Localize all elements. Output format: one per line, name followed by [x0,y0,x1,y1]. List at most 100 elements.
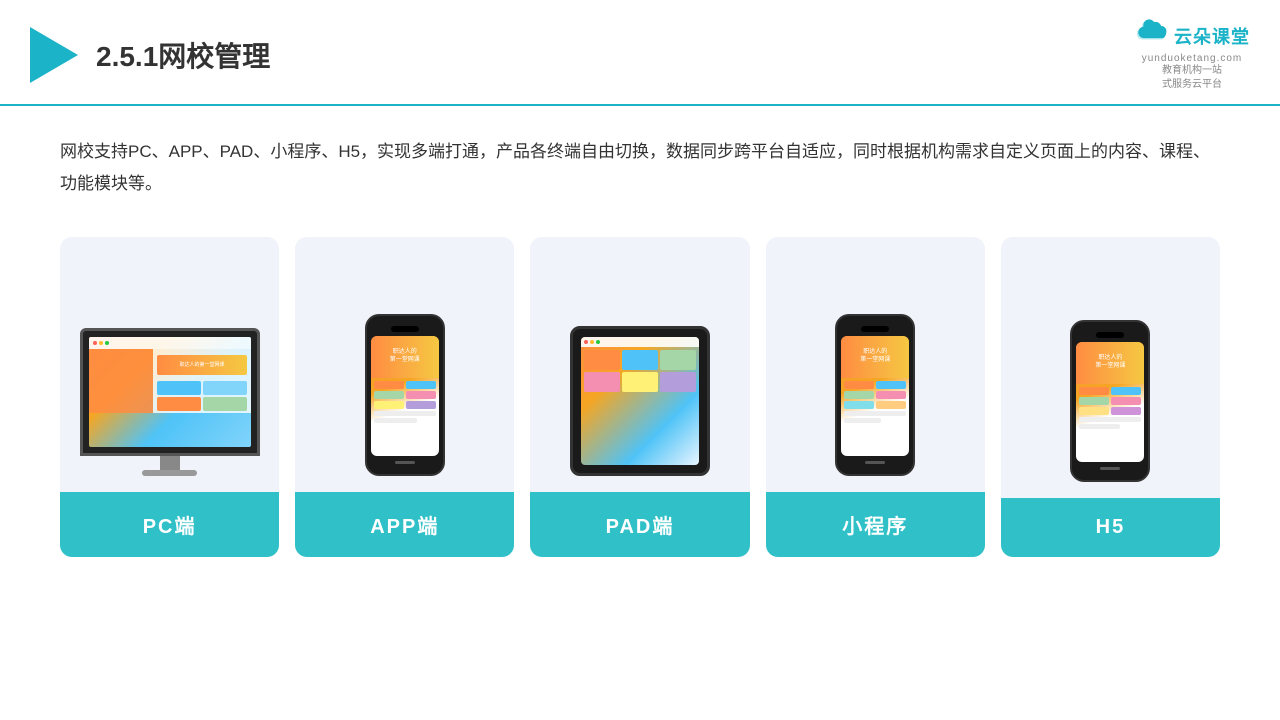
phone-row-3 [374,401,436,409]
brand-url: yunduoketang.com [1142,53,1243,64]
h5-text [1079,417,1141,422]
header-left: 2.5.1网校管理 [30,27,270,83]
title-text: 网校管理 [158,41,270,72]
tablet-block [584,372,620,392]
tablet-block [660,350,696,370]
description-text: 网校支持PC、APP、PAD、小程序、H5，实现多端打通，产品各终端自由切换，数… [60,136,1220,201]
phone-block [374,401,404,409]
brand-tagline: 教育机构一站式服务云平台 [1162,64,1222,92]
page-header: 2.5.1网校管理 云朵课堂 yunduoketang.com 教育机构一站式服… [0,0,1280,106]
phone-home-mini [865,461,885,464]
phone-mini: 职达人的第一堂网课 [835,314,915,476]
card-mini-label: 小程序 [766,492,985,557]
mini-row-2 [844,391,906,399]
h5-block [1111,387,1141,395]
card-app-label: APP端 [295,492,514,557]
tablet-screen [581,337,699,465]
phone-notch [391,326,419,332]
pc-monitor: 职达人的第一堂网课 [80,328,260,476]
header-right: 云朵课堂 yunduoketang.com 教育机构一站式服务云平台 [1134,18,1250,92]
h5-row-1 [1079,387,1141,395]
phone-screen-h5: 职达人的第一堂网课 [1076,342,1144,462]
phone-body-mini [841,378,909,426]
brand-logo-icon: 云朵课堂 [1134,18,1250,53]
card-mini-image: 职达人的第一堂网课 [766,237,985,492]
tablet-block [584,350,620,370]
tablet-block [622,372,658,392]
dot [596,340,600,344]
phone-body-h5 [1076,384,1144,432]
h5-text [1079,424,1119,429]
mini-block [844,391,874,399]
mini-block [876,391,906,399]
phone-block [406,391,436,399]
phone-text-line [374,411,436,416]
tablet-content [581,347,699,395]
h5-block [1079,407,1109,415]
phone-block [406,401,436,409]
phone-screen: 职达人的第一堂网课 [371,336,439,456]
monitor-wrapper: 职达人的第一堂网课 [80,328,260,456]
dot-red [93,341,97,345]
phone-row-1 [374,381,436,389]
phone-notch-mini [861,326,889,332]
phone-banner-mini: 职达人的第一堂网课 [841,336,909,378]
card-pc: 职达人的第一堂网课 [60,237,279,557]
mini-text [844,411,906,416]
tablet-block [622,350,658,370]
dot-green [105,341,109,345]
phone-block [374,391,404,399]
phone-notch-h5 [1096,332,1124,338]
monitor-main: 职达人的第一堂网课 [153,349,250,413]
monitor-sidebar [89,349,154,413]
brand-logo: 云朵课堂 yunduoketang.com [1134,18,1250,64]
card-pad: PAD端 [530,237,749,557]
card-app: 职达人的第一堂网课 [295,237,514,557]
h5-row-2 [1079,397,1141,405]
card-pad-label: PAD端 [530,492,749,557]
phone-h5: 职达人的第一堂网课 [1070,320,1150,482]
tablet-mockup [570,326,710,476]
monitor-screen: 职达人的第一堂网课 [89,337,251,447]
h5-row-3 [1079,407,1141,415]
monitor-topbar [89,337,251,349]
card-pad-image [530,237,749,492]
phone-app: 职达人的第一堂网课 [365,314,445,476]
phone-body [371,378,439,426]
mini-block [844,381,874,389]
phone-block [406,381,436,389]
mini-block [876,401,906,409]
h5-block [1079,387,1109,395]
mini-row-1 [844,381,906,389]
cards-container: 职达人的第一堂网课 [60,237,1220,557]
phone-text-line [374,418,417,423]
dot [584,340,588,344]
h5-block [1111,397,1141,405]
phone-banner: 职达人的第一堂网课 [371,336,439,378]
phone-row-2 [374,391,436,399]
card-mini: 职达人的第一堂网课 [766,237,985,557]
mini-text [844,418,881,423]
cloud-icon [1134,18,1170,53]
phone-screen-mini: 职达人的第一堂网课 [841,336,909,456]
card-h5-label: H5 [1001,498,1220,557]
dot [590,340,594,344]
phone-home [395,461,415,464]
card-pc-image: 职达人的第一堂网课 [60,237,279,492]
tablet-topbar [581,337,699,347]
mini-row-3 [844,401,906,409]
phone-banner-h5: 职达人的第一堂网课 [1076,342,1144,384]
tablet-block [660,372,696,392]
card-h5-image: 职达人的第一堂网课 [1001,237,1220,498]
phone-home-h5 [1100,467,1120,470]
h5-block [1111,407,1141,415]
phone-block [374,381,404,389]
card-pc-label: PC端 [60,492,279,557]
brand-name: 云朵课堂 [1174,23,1250,49]
mini-block [876,381,906,389]
monitor-body: 职达人的第一堂网课 [89,349,251,413]
main-content: 网校支持PC、APP、PAD、小程序、H5，实现多端打通，产品各终端自由切换，数… [0,106,1280,587]
h5-block [1079,397,1109,405]
card-app-image: 职达人的第一堂网课 [295,237,514,492]
monitor-base [142,470,197,476]
